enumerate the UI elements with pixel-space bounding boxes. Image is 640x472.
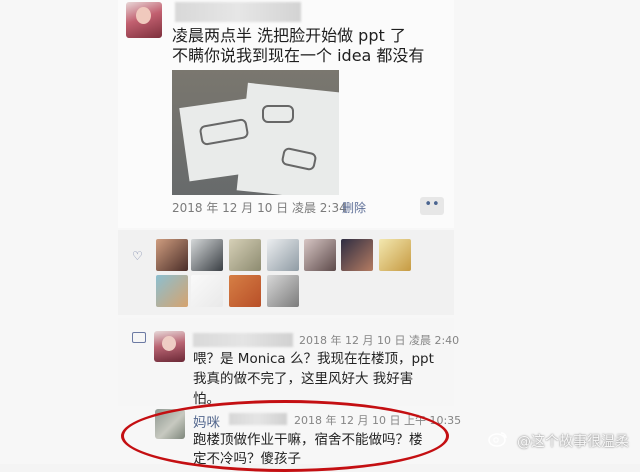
commenter-avatar[interactable]: [154, 331, 185, 362]
post-timestamp: 2018 年 12 月 10 日 凌晨 2:34: [172, 201, 347, 215]
red-highlight-ellipse: [121, 400, 449, 472]
comment-text-line-1: 喂？是 Monica 么？我现在在楼顶，ppt: [193, 351, 434, 367]
like-avatar-8[interactable]: [156, 275, 188, 307]
moments-page: 凌晨两点半 洗把脸开始做 ppt 了 不瞒你说我到现在一个 idea 都没有 2…: [0, 0, 640, 472]
like-avatar-7[interactable]: [379, 239, 411, 271]
like-avatar-10[interactable]: [229, 275, 261, 307]
post-photo[interactable]: [172, 70, 339, 195]
heart-icon: ♡: [132, 249, 143, 263]
post-author-avatar[interactable]: [126, 2, 162, 38]
comment-timestamp: 2018 年 12 月 10 日 凌晨 2:40: [299, 334, 460, 347]
commenter-name-redacted: [193, 333, 293, 347]
like-avatar-1[interactable]: [156, 239, 188, 271]
like-avatar-2[interactable]: [191, 239, 223, 271]
photo-sketch-mark: [262, 105, 294, 123]
like-avatar-4[interactable]: [267, 239, 299, 271]
comment-text-line-2: 我真的做不完了，这里风好大 我好害: [193, 371, 414, 387]
post-author-name-redacted: [175, 2, 301, 22]
more-button[interactable]: ••: [420, 197, 444, 215]
post-text-line-1: 凌晨两点半 洗把脸开始做 ppt 了: [172, 26, 406, 45]
like-avatar-9[interactable]: [191, 275, 223, 307]
comment-icon: [132, 332, 146, 343]
like-avatar-6[interactable]: [341, 239, 373, 271]
like-avatar-5[interactable]: [304, 239, 336, 271]
post-text-line-2: 不瞒你说我到现在一个 idea 都没有: [172, 46, 425, 65]
like-avatar-3[interactable]: [229, 239, 261, 271]
photo-paper-sheet: [236, 82, 339, 195]
weibo-icon: [488, 432, 507, 447]
watermark-text: @这个故事很温柔: [517, 434, 629, 450]
like-avatar-11[interactable]: [267, 275, 299, 307]
delete-link[interactable]: 删除: [342, 199, 366, 216]
